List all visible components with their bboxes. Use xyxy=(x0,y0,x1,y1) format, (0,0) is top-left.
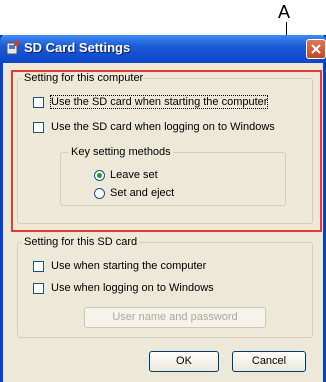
ok-button[interactable]: OK xyxy=(149,351,219,372)
card-start-computer-checkbox[interactable] xyxy=(33,261,44,272)
card-logon-windows-checkbox[interactable] xyxy=(33,283,44,294)
close-icon xyxy=(311,44,321,54)
close-button[interactable] xyxy=(306,39,326,59)
card-start-computer-label[interactable]: Use when starting the computer xyxy=(51,260,206,272)
callout-label: A xyxy=(278,2,291,22)
sd-card-icon xyxy=(6,41,20,55)
cancel-button[interactable]: Cancel xyxy=(232,351,306,372)
highlight-box xyxy=(11,70,322,232)
card-settings-legend: Setting for this SD card xyxy=(24,236,138,248)
card-logon-windows-label[interactable]: Use when logging on to Windows xyxy=(51,282,214,294)
title-bar[interactable]: SD Card Settings xyxy=(0,35,326,63)
user-name-password-button[interactable]: User name and password xyxy=(84,307,266,328)
window-title: SD Card Settings xyxy=(24,40,131,55)
